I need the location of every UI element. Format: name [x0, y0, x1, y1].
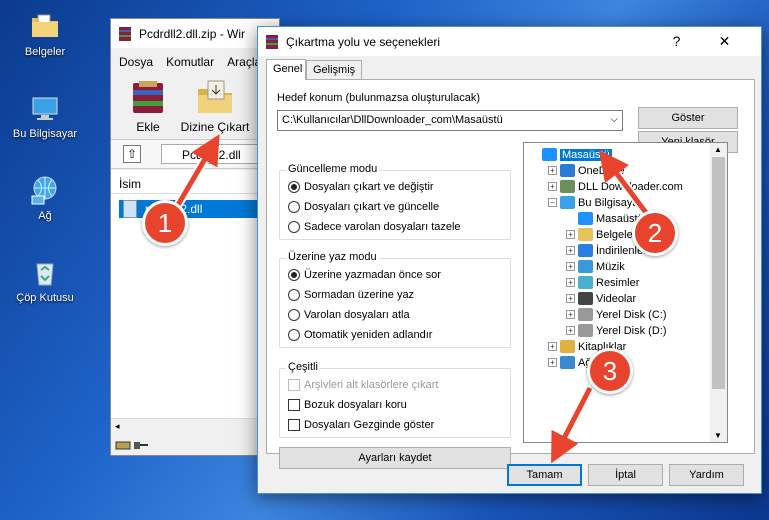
annotation-badge-1: 1: [142, 200, 188, 246]
annotation-badge-2: 2: [632, 210, 678, 256]
annotation-badge-3: 3: [587, 348, 633, 394]
arrow-3: [551, 386, 593, 464]
annotation-arrows: [171, 134, 654, 464]
arrow-2: [599, 150, 652, 220]
tab-genel[interactable]: Genel: [266, 59, 306, 80]
arrow-1: [172, 134, 220, 212]
